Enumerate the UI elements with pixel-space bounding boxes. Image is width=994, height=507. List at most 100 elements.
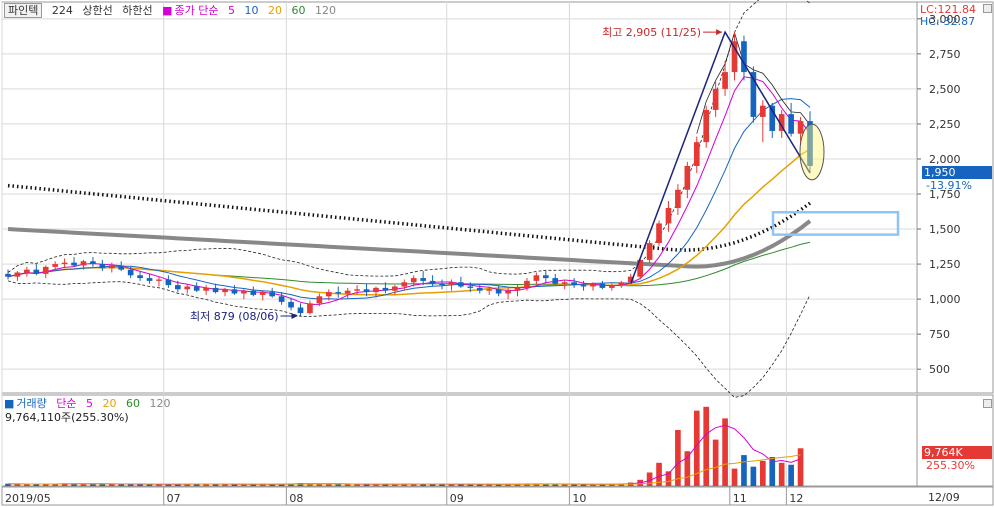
low-annotation: 최저 879 (08/06) [190, 310, 279, 323]
candle-body [212, 287, 219, 293]
candle-body [722, 72, 728, 89]
price-tick-label: 2,000 [929, 153, 961, 166]
price-change: -13.91% [926, 179, 972, 192]
candle-body [137, 275, 143, 279]
candle-body [14, 272, 21, 277]
candle-body [684, 165, 691, 190]
volume-summary: 9,764,110주(255.30%) [5, 411, 129, 424]
candle-body [495, 289, 502, 294]
candle-body [250, 290, 257, 295]
candle-body [52, 264, 59, 267]
volume-bar [684, 451, 691, 486]
volume-bar [797, 448, 804, 486]
volume-ma-120: 120 [149, 397, 171, 410]
candle-body [514, 287, 521, 291]
candle-body [316, 296, 323, 304]
price-tick-label: 2,750 [929, 48, 961, 61]
candle-body [288, 301, 294, 308]
candle-body [665, 208, 672, 224]
ma-square-icon: ■ [162, 4, 173, 17]
volume-scroll-button[interactable] [983, 399, 992, 408]
stock-code: 224 [51, 4, 73, 17]
volume-bar [759, 460, 766, 486]
x-tick-label: 07 [167, 492, 181, 505]
candle-body [486, 289, 493, 291]
candle-body [241, 290, 247, 294]
candle-body [99, 264, 106, 269]
candle-body [5, 273, 11, 277]
volume-bar [118, 484, 125, 486]
volume-ma-60: 60 [126, 397, 141, 410]
candle-body [429, 280, 436, 284]
last-price-tag: 1,950 [922, 166, 992, 179]
scroll-up-button[interactable] [983, 4, 992, 13]
volume-bar [80, 484, 87, 486]
x-axis-strip [1, 486, 994, 506]
volume-ma-20: 20 [102, 397, 117, 410]
candle-body [118, 265, 125, 270]
price-tick-label: 2,250 [929, 118, 961, 131]
candle-body [392, 286, 398, 291]
candle-body [222, 289, 228, 293]
candle-body [175, 285, 181, 290]
candle-body [618, 282, 625, 286]
volume-bar [741, 455, 747, 486]
candle-body [203, 287, 209, 291]
volume-label: 거래량 [16, 397, 47, 410]
ma-60: 60 [291, 4, 306, 17]
candle-body [524, 280, 530, 288]
volume-pct: 255.30% [926, 459, 975, 472]
price-tick-label: 750 [929, 328, 950, 341]
chart-svg: 3,0002,7502,5002,2502,0001,7501,5001,250… [1, 0, 994, 506]
candle-body [420, 278, 426, 281]
chart-root: 3,000 2,750 2,500 2,250 2,000 1,750 1,500 1,250… [0, 0, 994, 507]
ma-10: 10 [244, 4, 259, 17]
volume-ma-5: 5 [86, 397, 94, 410]
ma-120: 120 [315, 4, 337, 17]
price-tick-label: 1,500 [929, 223, 961, 236]
candle-body [184, 286, 191, 290]
candle-body [278, 296, 285, 302]
lower-line-label: 하한선 [122, 4, 153, 17]
candle-body [325, 292, 332, 297]
candle-body [42, 266, 49, 274]
candle-body [307, 303, 313, 314]
volume-bar [675, 429, 681, 486]
candle-body [80, 261, 87, 266]
candle-body [703, 109, 710, 143]
ma-5: 5 [228, 4, 236, 17]
candle-body [590, 283, 596, 287]
candle-body [71, 262, 77, 266]
candle-body [231, 289, 238, 294]
candle-body [24, 269, 30, 273]
candle-body [373, 287, 379, 293]
upper-line-label: 상한선 [82, 4, 113, 17]
candle-body [448, 282, 455, 286]
price-tick-label: 1,000 [929, 293, 961, 306]
candle-body [146, 278, 153, 281]
volume-bar [24, 484, 30, 486]
candle-body [410, 278, 417, 283]
volume-ma-label: 단순 [56, 397, 77, 410]
candle-body [552, 278, 559, 284]
stock-tab[interactable]: 파인텍 [4, 3, 43, 18]
candle-body [675, 189, 681, 209]
candle-body [580, 285, 587, 287]
candle-body [712, 88, 719, 110]
candle-body [108, 265, 115, 269]
candle-body [382, 287, 389, 291]
x-tick-label: 08 [289, 492, 303, 505]
x-tick-label: 09 [450, 492, 464, 505]
candle-body [344, 290, 351, 294]
candle-body [476, 287, 483, 291]
volume-bar [750, 466, 757, 486]
candle-body [363, 289, 370, 293]
ma-20: 20 [268, 4, 283, 17]
candle-body [297, 307, 304, 314]
candle-body [797, 121, 804, 134]
candle-body [165, 279, 172, 286]
volume-bar [703, 406, 710, 486]
candle-body [156, 279, 162, 281]
volume-square-icon: ■ [4, 397, 15, 410]
ma-label: 종가 단순 [174, 4, 219, 17]
